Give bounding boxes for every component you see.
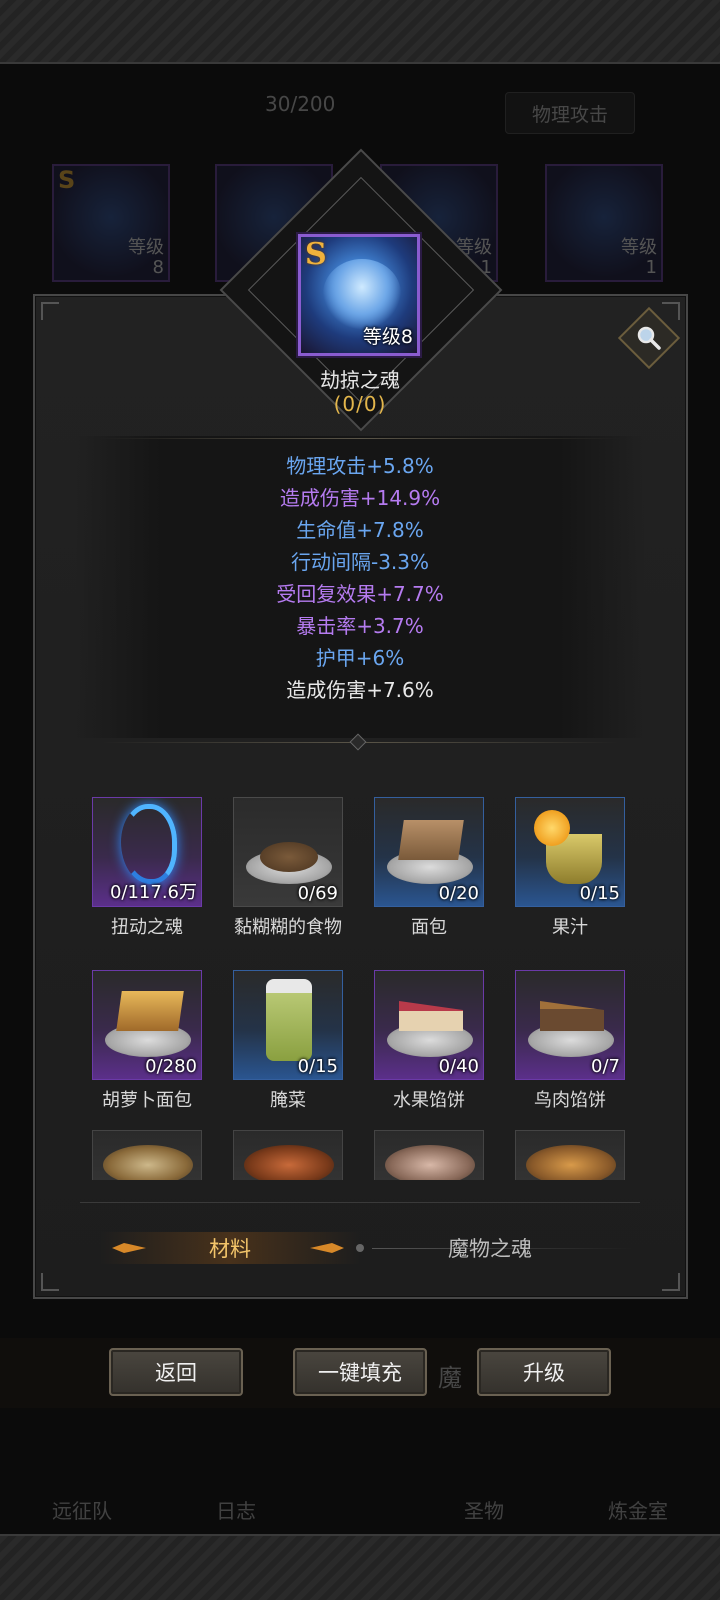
back-button[interactable]: 返回 [109, 1348, 243, 1396]
rank-badge: S [305, 237, 327, 272]
top-ornament-bar [0, 0, 720, 64]
stat-line: 造成伤害+14.9% [279, 486, 441, 510]
bg-card-rank: S [58, 166, 76, 194]
bg-card-level: 1 [645, 257, 657, 278]
soul-wisp-icon [121, 804, 177, 884]
material-name: 水果馅饼 [393, 1090, 465, 1111]
beast-soul-image [323, 259, 401, 329]
material-item[interactable]: 0/20 面包 [374, 797, 484, 939]
magnifier-icon [637, 326, 661, 350]
tab-monster-souls[interactable]: 魔物之魂 [360, 1232, 620, 1264]
material-item[interactable]: 0/69 黏糊糊的食物 [233, 797, 343, 939]
slimy-food-icon [260, 842, 318, 872]
bg-soul-card: S 等级 8 [52, 164, 170, 282]
material-tile-partial[interactable] [515, 1130, 625, 1180]
material-count: 0/20 [438, 883, 479, 904]
frame-corner [41, 1273, 59, 1291]
bg-attribute-filter-button: 物理攻击 [505, 92, 635, 134]
material-name: 果汁 [552, 917, 588, 938]
stew-pot-icon [244, 1145, 334, 1180]
material-tile: 0/280 [92, 970, 202, 1080]
frame-corner [662, 1273, 680, 1291]
material-tile-partial[interactable] [374, 1130, 484, 1180]
divider [100, 438, 620, 439]
bottom-ornament-bar [0, 1534, 720, 1600]
bg-nav-item: 圣物 [464, 1499, 504, 1523]
material-tile: 0/40 [374, 970, 484, 1080]
pickle-jar-icon [266, 979, 312, 1061]
material-name: 面包 [411, 917, 447, 938]
material-name: 扭动之魂 [111, 917, 183, 938]
material-tile: 0/15 [515, 797, 625, 907]
material-name: 胡萝卜面包 [102, 1090, 192, 1111]
divider [80, 1202, 640, 1203]
bg-soul-card: 等级 1 [545, 164, 663, 282]
material-tile: 0/20 [374, 797, 484, 907]
soul-name: 劫掠之魂 [320, 368, 400, 392]
stat-line: 物理攻击+5.8% [286, 454, 434, 478]
bg-bottom-nav: 远征队 日志 圣物 炼金室 [0, 1434, 720, 1524]
soul-level: 等级8 [362, 326, 413, 348]
material-tile-partial[interactable] [233, 1130, 343, 1180]
bg-nav-item: 炼金室 [608, 1499, 668, 1523]
bg-card-level-label: 等级 [128, 237, 164, 258]
material-item[interactable]: 0/7 鸟肉馅饼 [515, 970, 625, 1112]
material-tile: 0/15 [233, 970, 343, 1080]
carrot-bread-icon [116, 991, 184, 1031]
material-name: 鸟肉馅饼 [534, 1090, 606, 1111]
material-item[interactable]: 0/40 水果馅饼 [374, 970, 484, 1112]
bg-nav-item: 日志 [216, 1499, 256, 1523]
orange-slice-icon [534, 810, 570, 846]
stat-line: 暴击率+3.7% [296, 614, 424, 638]
bg-soul-count: 30/200 [265, 92, 336, 116]
material-count: 0/117.6万 [109, 882, 197, 903]
material-tile: 0/69 [233, 797, 343, 907]
frame-corner [662, 302, 680, 320]
material-count: 0/40 [438, 1056, 479, 1077]
material-count: 0/7 [591, 1056, 620, 1077]
material-name: 腌菜 [270, 1090, 306, 1111]
soup-bowl-icon [103, 1145, 193, 1180]
stat-line: 生命值+7.8% [296, 518, 424, 542]
meat-dish-icon [385, 1145, 475, 1180]
material-tile: 0/7 [515, 970, 625, 1080]
fruit-pie-icon [399, 1001, 463, 1031]
soul-progress: (0/0) [333, 392, 387, 416]
material-row-partial [78, 1130, 648, 1180]
tab-materials[interactable]: 材料 [100, 1232, 360, 1264]
bread-icon [398, 820, 464, 860]
auto-fill-button[interactable]: 一键填充 [293, 1348, 427, 1396]
bg-tab-label: 魔 [438, 1364, 462, 1392]
material-item[interactable]: 0/15 腌菜 [233, 970, 343, 1112]
material-tile: 0/117.6万 [92, 797, 202, 907]
soul-portrait: S 等级8 [298, 234, 420, 356]
material-item[interactable]: 0/117.6万 扭动之魂 [92, 797, 202, 939]
material-tile-partial[interactable] [92, 1130, 202, 1180]
upgrade-button[interactable]: 升级 [477, 1348, 611, 1396]
bg-nav-item: 远征队 [52, 1499, 112, 1523]
material-count: 0/15 [297, 1056, 338, 1077]
bg-card-level-label: 等级 [621, 237, 657, 258]
stat-line: 护甲+6% [315, 646, 405, 670]
bird-meat-pie-icon [540, 1001, 604, 1031]
material-name: 黏糊糊的食物 [234, 917, 342, 938]
material-count: 0/280 [145, 1056, 197, 1077]
stat-line: 受回复效果+7.7% [276, 582, 444, 606]
soup-bowl-icon [526, 1145, 616, 1180]
stat-line: 造成伤害+7.6% [286, 678, 434, 702]
material-count: 0/15 [579, 883, 620, 904]
frame-corner [41, 302, 59, 320]
material-count: 0/69 [297, 883, 338, 904]
bg-card-level: 8 [152, 257, 164, 278]
material-item[interactable]: 0/280 胡萝卜面包 [92, 970, 202, 1112]
material-item[interactable]: 0/15 果汁 [515, 797, 625, 939]
stat-line: 行动间隔-3.3% [290, 550, 430, 574]
